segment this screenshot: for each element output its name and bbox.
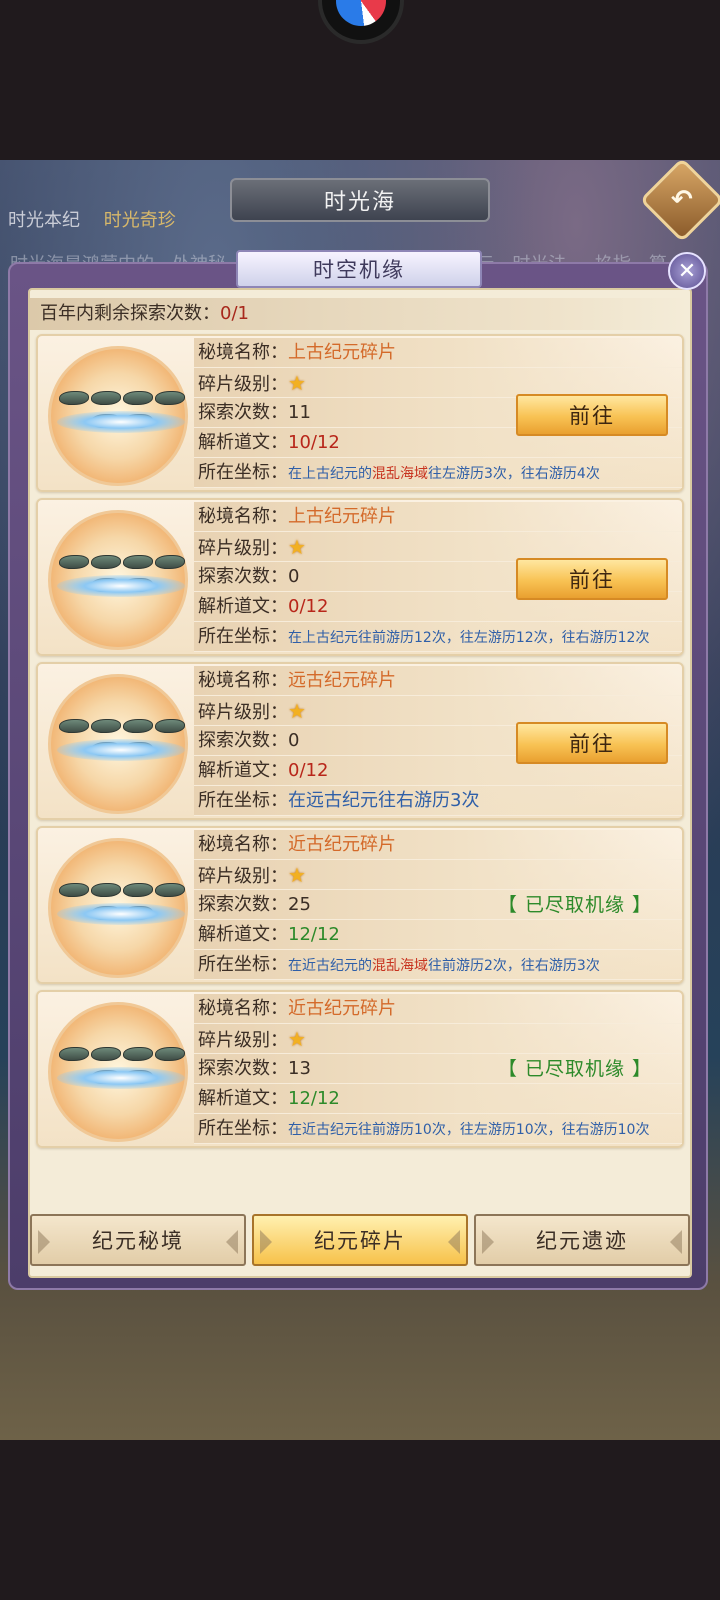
fragment-card: 秘境名称：上古纪元碎片 碎片级别：★ 探索次数：11 解析道文：10/12 所在…: [36, 334, 684, 492]
fragment-name: 近古纪元碎片: [288, 834, 396, 855]
coord-label: 所在坐标：: [198, 954, 288, 975]
explore-count: 11: [288, 402, 311, 423]
star-icon: ★: [288, 1027, 306, 1051]
tab-era-ruins[interactable]: 纪元遗迹: [474, 1214, 690, 1266]
decode-label: 解析道文：: [198, 760, 288, 781]
completed-status: 【 已尽取机缘 】: [497, 1058, 652, 1080]
coord-label: 所在坐标：: [198, 790, 288, 811]
coord-text: 在近古纪元的混乱海域往前游历2次，往右游历3次: [288, 958, 600, 974]
coord-label: 所在坐标：: [198, 1118, 288, 1139]
decode-progress: 12/12: [288, 1088, 340, 1109]
name-label: 秘境名称：: [198, 670, 288, 691]
coord-text: 在上古纪元往前游历12次，往左游历12次，往右游历12次: [288, 630, 650, 646]
close-button[interactable]: ✕: [668, 252, 706, 290]
name-label: 秘境名称：: [198, 342, 288, 363]
remaining-explore-count: 百年内剩余探索次数：0/1: [30, 298, 690, 330]
tab-era-realm[interactable]: 纪元秘境: [30, 1214, 246, 1266]
fragment-image: [48, 346, 188, 486]
fragment-card: 秘境名称：近古纪元碎片 碎片级别：★ 探索次数：25 解析道文：12/12 所在…: [36, 826, 684, 984]
explore-count: 0: [288, 730, 300, 751]
explore-label: 探索次数：: [198, 730, 288, 751]
fragment-name: 远古纪元碎片: [288, 670, 396, 691]
bottom-tab-bar: 纪元秘境 纪元碎片 纪元遗迹: [30, 1214, 690, 1266]
decode-label: 解析道文：: [198, 432, 288, 453]
fragment-name: 上古纪元碎片: [288, 342, 396, 363]
fragment-image: [48, 838, 188, 978]
fragment-card: 秘境名称：上古纪元碎片 碎片级别：★ 探索次数：0 解析道文：0/12 所在坐标…: [36, 498, 684, 656]
explore-label: 探索次数：: [198, 566, 288, 587]
coord-text: 在上古纪元的混乱海域往左游历3次，往右游历4次: [288, 466, 600, 482]
explore-count: 0: [288, 566, 300, 587]
fragment-name: 上古纪元碎片: [288, 506, 396, 527]
decode-label: 解析道文：: [198, 596, 288, 617]
star-icon: ★: [288, 371, 306, 395]
go-button[interactable]: 前往: [516, 558, 668, 600]
level-label: 碎片级别：: [198, 702, 288, 723]
name-label: 秘境名称：: [198, 834, 288, 855]
name-label: 秘境名称：: [198, 506, 288, 527]
coord-text: 在远古纪元往右游历3次: [288, 790, 480, 811]
decode-progress: 10/12: [288, 432, 340, 453]
level-label: 碎片级别：: [198, 866, 288, 887]
remaining-label: 百年内剩余探索次数：: [40, 303, 220, 324]
explore-label: 探索次数：: [198, 402, 288, 423]
tab-time-chronicle[interactable]: 时光本纪: [8, 210, 80, 231]
star-icon: ★: [288, 699, 306, 723]
star-icon: ★: [288, 863, 306, 887]
fragment-image: [48, 510, 188, 650]
level-label: 碎片级别：: [198, 1030, 288, 1051]
dialog-title: 时空机缘: [236, 250, 482, 288]
remaining-value: 0/1: [220, 303, 249, 324]
back-arrow-icon: ↶: [671, 184, 693, 215]
explore-count: 13: [288, 1058, 311, 1079]
tab-era-fragment[interactable]: 纪元碎片: [252, 1214, 468, 1266]
scene-title: 时光海: [230, 178, 490, 222]
coord-label: 所在坐标：: [198, 462, 288, 483]
fragment-card: 秘境名称：远古纪元碎片 碎片级别：★ 探索次数：0 解析道文：0/12 所在坐标…: [36, 662, 684, 820]
app-logo: [318, 0, 404, 44]
level-label: 碎片级别：: [198, 538, 288, 559]
decode-label: 解析道文：: [198, 1088, 288, 1109]
coord-text: 在近古纪元往前游历10次，往左游历10次，往右游历10次: [288, 1122, 650, 1138]
status-area: [0, 0, 720, 160]
completed-status: 【 已尽取机缘 】: [497, 894, 652, 916]
fragment-image: [48, 674, 188, 814]
close-icon: ✕: [677, 258, 697, 284]
decode-progress: 0/12: [288, 760, 329, 781]
coord-label: 所在坐标：: [198, 626, 288, 647]
level-label: 碎片级别：: [198, 374, 288, 395]
fragment-name: 近古纪元碎片: [288, 998, 396, 1019]
explore-label: 探索次数：: [198, 894, 288, 915]
tab-time-treasure[interactable]: 时光奇珍: [104, 210, 176, 231]
bottom-area: [0, 1440, 720, 1600]
scene-tabs: 时光本纪 时光奇珍: [8, 206, 194, 232]
fragment-image: [48, 1002, 188, 1142]
name-label: 秘境名称：: [198, 998, 288, 1019]
decode-progress: 12/12: [288, 924, 340, 945]
go-button[interactable]: 前往: [516, 722, 668, 764]
decode-progress: 0/12: [288, 596, 329, 617]
fragment-card: 秘境名称：近古纪元碎片 碎片级别：★ 探索次数：13 解析道文：12/12 所在…: [36, 990, 684, 1148]
star-icon: ★: [288, 535, 306, 559]
decode-label: 解析道文：: [198, 924, 288, 945]
go-button[interactable]: 前往: [516, 394, 668, 436]
explore-count: 25: [288, 894, 311, 915]
explore-label: 探索次数：: [198, 1058, 288, 1079]
